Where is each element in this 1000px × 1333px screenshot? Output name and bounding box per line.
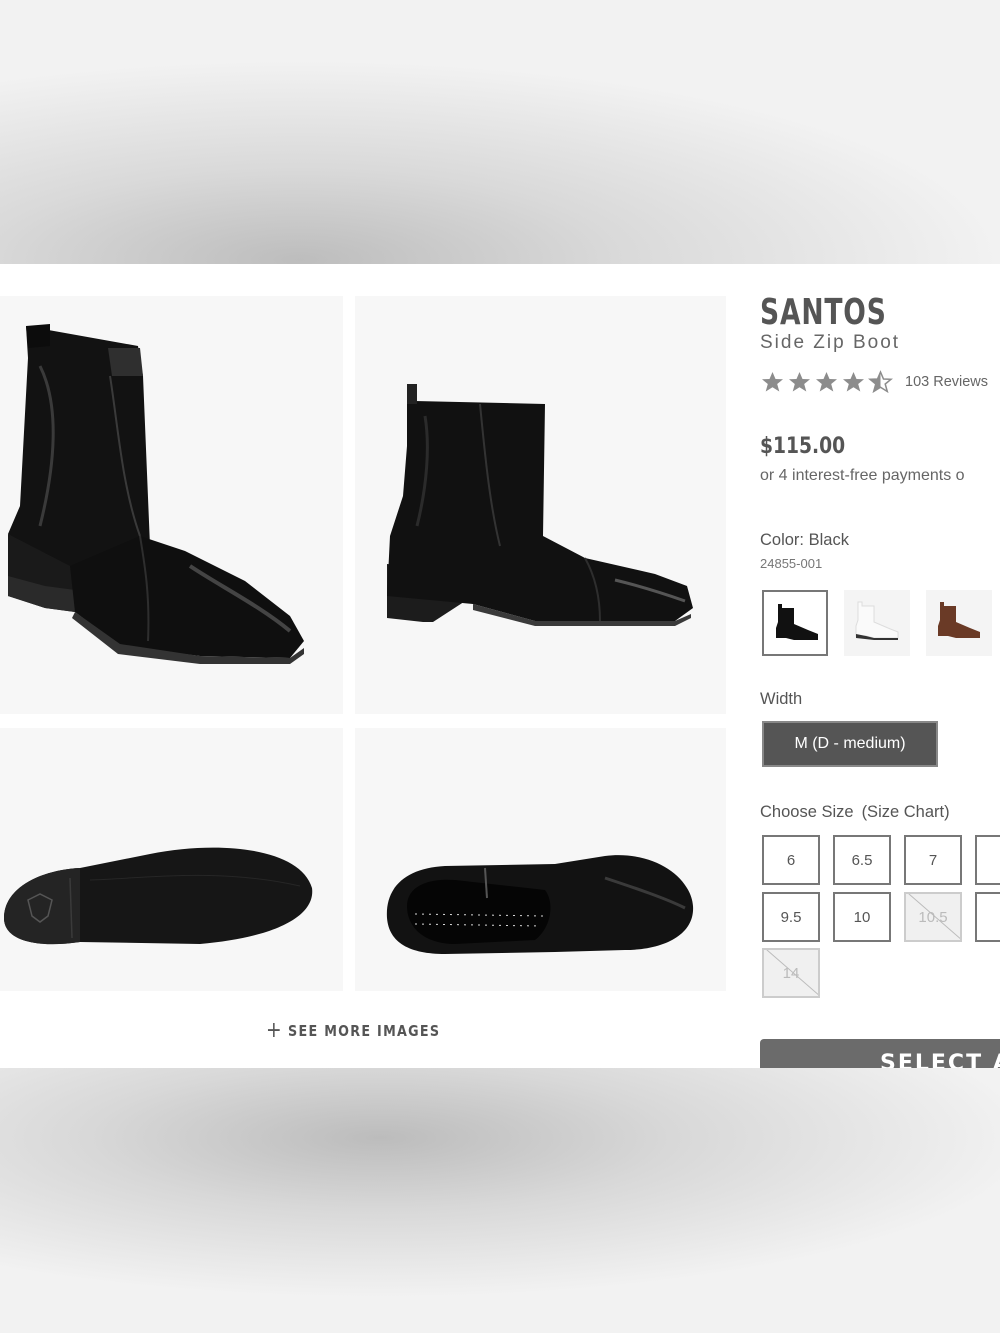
size-option[interactable]: 1	[975, 892, 1000, 942]
product-image-side[interactable]	[355, 296, 726, 714]
see-more-images-button[interactable]: + SEE MORE IMAGES	[266, 1020, 440, 1042]
product-info-panel: SANTOS Side Zip Boot 103 Reviews $115.00…	[760, 264, 1000, 1068]
size-option[interactable]: 10	[833, 892, 891, 942]
star-icon	[762, 372, 783, 392]
boot-image-4	[386, 855, 694, 954]
boot-image-1	[8, 324, 304, 664]
swatch-brown[interactable]	[926, 590, 992, 656]
half-star-icon	[868, 370, 893, 394]
star-rating	[760, 370, 893, 394]
color-label: Color: Black	[760, 531, 849, 549]
product-image-side-angle[interactable]	[0, 296, 343, 714]
star-icon	[816, 372, 837, 392]
boot-image-3	[4, 847, 313, 945]
boot-thumbnail-black	[776, 604, 818, 640]
product-page: + SEE MORE IMAGES SANTOS Side Zip Boot 1…	[0, 264, 1000, 1068]
boot-thumbnail-white	[855, 601, 899, 640]
select-size-label: SELECT A S	[880, 1051, 1000, 1068]
size-option[interactable]: 7	[975, 835, 1000, 885]
size-chart-link[interactable]: (Size Chart)	[862, 803, 950, 821]
width-option-medium[interactable]: M (D - medium)	[762, 721, 938, 767]
boot-image-2	[387, 384, 693, 626]
size-option[interactable]: 6.5	[833, 835, 891, 885]
swatch-black[interactable]	[762, 590, 828, 656]
select-size-button[interactable]: SELECT A S	[760, 1039, 1000, 1068]
reviews-link[interactable]: 103 Reviews	[905, 374, 988, 390]
blurred-background-top	[0, 0, 1000, 264]
rating-summary: 103 Reviews	[760, 370, 988, 394]
product-price: $115.00	[760, 434, 846, 459]
star-icon	[789, 372, 810, 392]
star-icon	[843, 372, 864, 392]
size-option[interactable]: 7	[904, 835, 962, 885]
size-option[interactable]: 6	[762, 835, 820, 885]
product-image-sole[interactable]	[0, 728, 343, 991]
product-image-top[interactable]	[355, 728, 726, 991]
product-title: SANTOS	[760, 292, 887, 333]
swatch-white[interactable]	[844, 590, 910, 656]
choose-size-text: Choose Size	[760, 803, 854, 821]
size-option-unavailable[interactable]: 14	[762, 948, 820, 998]
width-label: Width	[760, 690, 803, 708]
installments-text: or 4 interest-free payments o	[760, 467, 965, 484]
size-option[interactable]: 9.5	[762, 892, 820, 942]
product-subtitle: Side Zip Boot	[760, 332, 901, 353]
style-code: 24855-001	[760, 556, 823, 571]
plus-icon: +	[266, 1018, 283, 1043]
size-option-unavailable[interactable]: 10.5	[904, 892, 962, 942]
see-more-label: SEE MORE IMAGES	[288, 1022, 441, 1040]
size-label: Choose Size (Size Chart)	[760, 803, 950, 822]
color-swatches	[762, 590, 992, 656]
blurred-background-bottom	[0, 1068, 1000, 1333]
boot-thumbnail-brown	[938, 602, 980, 638]
